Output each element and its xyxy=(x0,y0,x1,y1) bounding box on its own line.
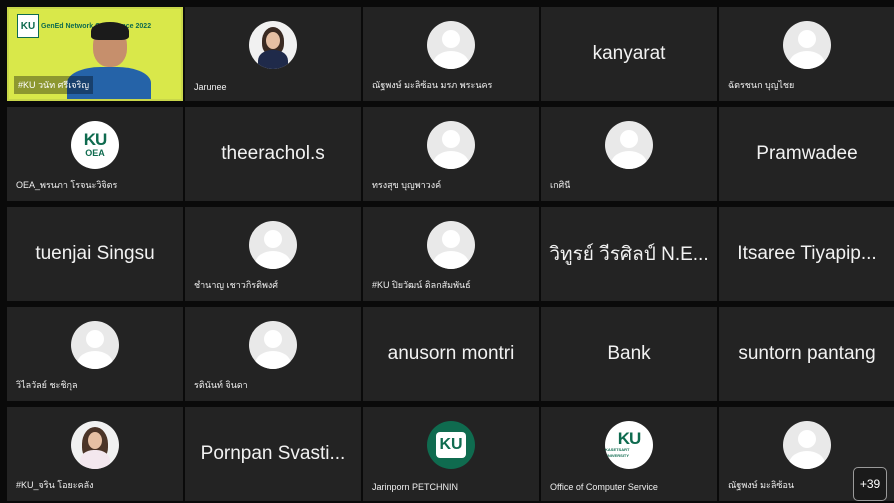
profile-photo xyxy=(249,21,297,69)
participant-name: Office of Computer Service xyxy=(550,482,658,492)
default-avatar-icon xyxy=(249,321,297,369)
participant-name: เกศินี xyxy=(550,180,571,190)
participant-name: Pramwadee xyxy=(756,143,858,164)
profile-photo xyxy=(71,421,119,469)
participant-tile[interactable]: KU KASETSART UNIVERSITY Office of Computer… xyxy=(541,407,717,501)
default-avatar-icon xyxy=(427,21,475,69)
participant-name: วิไลวัลย์ ชะชิกุล xyxy=(16,380,78,390)
default-avatar-icon xyxy=(427,221,475,269)
participant-name: ทรงสุข บุญพาวงค์ xyxy=(372,180,442,190)
participant-tile[interactable]: kanyarat xyxy=(541,7,717,101)
participant-tile[interactable]: KU Jarinporn PETCHNIN xyxy=(363,407,539,501)
participant-tile[interactable]: เกศินี xyxy=(541,107,717,201)
participant-tile[interactable]: #KU_จริน โอยะคลัง xyxy=(7,407,183,501)
logo-subtext: KASETSART UNIVERSITY xyxy=(605,447,630,458)
participant-tile[interactable]: Jarunee xyxy=(185,7,361,101)
participant-name: #KU ปิยวัฒน์ ดิลกสัมพันธ์ xyxy=(372,280,471,290)
participant-name: วิทูรย์ วีรศิลป์ N.E... xyxy=(549,244,709,265)
ku-logo: KU xyxy=(427,421,475,469)
participant-tile[interactable]: Pramwadee xyxy=(719,107,894,201)
presenter-video-hair xyxy=(91,22,129,40)
participant-tile[interactable]: ชำนาญ เชาวกิรติพงศ์ xyxy=(185,207,361,301)
logo-text: KU xyxy=(617,429,642,448)
participant-tile[interactable]: วิทูรย์ วีรศิลป์ N.E... xyxy=(541,207,717,301)
participant-name: ฉัตรชนก บุญไชย xyxy=(728,80,795,90)
participant-name: ณัฐพงษ์ มะลิซ้อน xyxy=(728,480,795,490)
participant-name: รตินันท์ จินดา xyxy=(194,380,248,390)
participant-name: Jarunee xyxy=(194,82,227,92)
participant-name: OEA_พรนภา โรจนะวิจิตร xyxy=(16,180,118,190)
participant-name: kanyarat xyxy=(592,43,666,64)
default-avatar-icon xyxy=(783,21,831,69)
participant-name: tuenjai Singsu xyxy=(35,243,155,264)
participant-name: Itsaree Tiyapip... xyxy=(737,243,877,264)
participant-name: #KU วนัท ศรีเจริญ xyxy=(14,76,94,94)
participant-tile[interactable]: Pornpan Svasti... xyxy=(185,407,361,501)
participant-tile[interactable]: tuenjai Singsu xyxy=(7,207,183,301)
default-avatar-icon xyxy=(427,121,475,169)
logo-text: KU xyxy=(83,130,108,149)
participant-tile[interactable]: suntorn pantang xyxy=(719,307,894,401)
logo-subtext: OEA xyxy=(85,148,105,158)
default-avatar-icon xyxy=(783,421,831,469)
participant-name: Jarinporn PETCHNIN xyxy=(372,482,459,492)
ku-logo: KU xyxy=(17,14,39,38)
participant-tile[interactable]: รตินันท์ จินดา xyxy=(185,307,361,401)
participant-name: anusorn montri xyxy=(387,343,515,364)
participant-tile[interactable]: Bank xyxy=(541,307,717,401)
participant-gallery: KUGenEd Network Conference 2022#KU วนัท … xyxy=(7,7,894,503)
participant-tile[interactable]: วิไลวัลย์ ชะชิกุล xyxy=(7,307,183,401)
default-avatar-icon xyxy=(605,121,653,169)
participant-name: ชำนาญ เชาวกิรติพงศ์ xyxy=(194,280,278,290)
participant-tile[interactable]: ฉัตรชนก บุญไชย xyxy=(719,7,894,101)
ku-oea-logo: KU OEA xyxy=(71,121,119,169)
participant-tile[interactable]: theerachol.s xyxy=(185,107,361,201)
participant-name: suntorn pantang xyxy=(738,343,876,364)
default-avatar-icon xyxy=(71,321,119,369)
participant-tile[interactable]: anusorn montri xyxy=(363,307,539,401)
participant-name: #KU_จริน โอยะคลัง xyxy=(16,480,94,490)
more-participants-button[interactable]: +39 xyxy=(853,467,887,501)
participant-name: Pornpan Svasti... xyxy=(200,443,346,464)
participant-name: ณัฐพงษ์ มะลิซ้อน มรภ พระนคร xyxy=(372,80,493,90)
participant-tile[interactable]: Itsaree Tiyapip... xyxy=(719,207,894,301)
active-speaker-video-tile[interactable]: KUGenEd Network Conference 2022#KU วนัท … xyxy=(7,7,183,101)
kasetsart-university-logo: KU KASETSART UNIVERSITY xyxy=(605,421,653,469)
participant-name: theerachol.s xyxy=(221,143,325,164)
logo-text: KU xyxy=(436,432,466,458)
default-avatar-icon xyxy=(249,221,297,269)
more-participants-count: +39 xyxy=(859,477,881,491)
participant-tile[interactable]: #KU ปิยวัฒน์ ดิลกสัมพันธ์ xyxy=(363,207,539,301)
participant-tile[interactable]: ณัฐพงษ์ มะลิซ้อน มรภ พระนคร xyxy=(363,7,539,101)
participant-tile[interactable]: ทรงสุข บุญพาวงค์ xyxy=(363,107,539,201)
participant-name: Bank xyxy=(607,343,651,364)
participant-tile[interactable]: KU OEA OEA_พรนภา โรจนะวิจิตร xyxy=(7,107,183,201)
